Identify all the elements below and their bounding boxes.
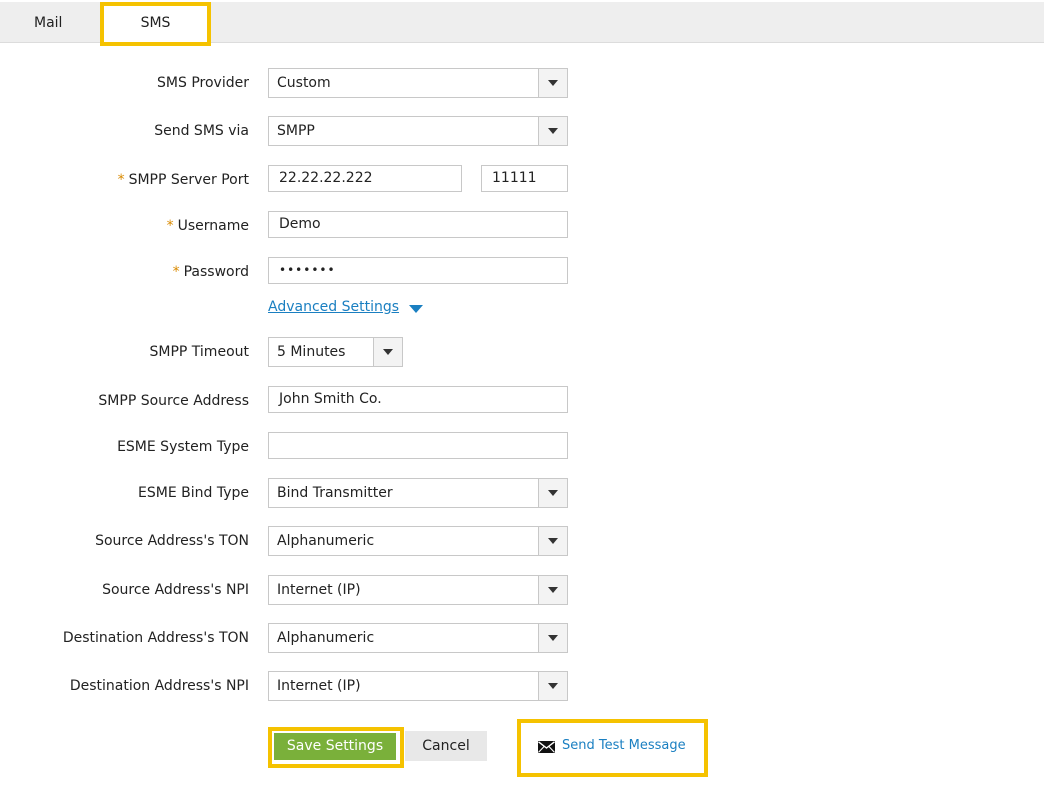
source-ton-value: Alphanumeric bbox=[277, 533, 375, 549]
advanced-settings-link[interactable]: Advanced Settings bbox=[268, 299, 399, 315]
esme-system-type-label: ESME System Type bbox=[117, 439, 249, 455]
envelope-icon[interactable] bbox=[538, 741, 555, 753]
source-npi-value: Internet (IP) bbox=[277, 582, 361, 598]
dest-ton-select[interactable]: Alphanumeric bbox=[268, 623, 568, 653]
sms-provider-value: Custom bbox=[277, 75, 331, 91]
esme-bind-type-label: ESME Bind Type bbox=[138, 485, 249, 501]
send-via-select[interactable]: SMPP bbox=[268, 116, 568, 146]
password-label-text: Password bbox=[183, 264, 249, 280]
chevron-down-icon[interactable] bbox=[373, 338, 402, 366]
esme-bind-type-select[interactable]: Bind Transmitter bbox=[268, 478, 568, 508]
dest-npi-value: Internet (IP) bbox=[277, 678, 361, 694]
send-via-value: SMPP bbox=[277, 123, 315, 139]
password-label: * Password bbox=[173, 264, 249, 280]
source-ton-select[interactable]: Alphanumeric bbox=[268, 526, 568, 556]
username-label-text: Username bbox=[177, 218, 249, 234]
required-asterisk: * bbox=[166, 218, 174, 234]
esme-system-type-input[interactable] bbox=[268, 432, 568, 459]
timeout-label: SMPP Timeout bbox=[149, 344, 250, 360]
password-input[interactable]: ••••••• bbox=[268, 257, 568, 284]
required-asterisk: * bbox=[117, 172, 125, 188]
required-asterisk: * bbox=[172, 264, 180, 280]
dest-ton-value: Alphanumeric bbox=[277, 630, 375, 646]
chevron-down-icon[interactable] bbox=[538, 624, 567, 652]
tab-sms[interactable]: SMS bbox=[100, 15, 211, 31]
chevron-down-icon[interactable] bbox=[538, 527, 567, 555]
dest-ton-label: Destination Address's TON bbox=[62, 630, 249, 646]
sms-provider-select[interactable]: Custom bbox=[268, 68, 568, 98]
tab-mail[interactable]: Mail bbox=[34, 15, 62, 31]
source-address-label: SMPP Source Address bbox=[98, 393, 249, 409]
chevron-down-icon[interactable] bbox=[538, 117, 567, 145]
timeout-value: 5 Minutes bbox=[277, 344, 346, 360]
server-port-label-text: SMPP Server Port bbox=[128, 172, 249, 188]
server-port-label: * SMPP Server Port bbox=[118, 172, 249, 188]
source-npi-label: Source Address's NPI bbox=[102, 582, 249, 598]
smpp-server-input[interactable]: 22.22.22.222 bbox=[268, 165, 462, 192]
save-settings-button[interactable]: Save Settings bbox=[274, 733, 396, 760]
chevron-down-icon[interactable] bbox=[538, 69, 567, 97]
dest-npi-label: Destination Address's NPI bbox=[69, 678, 249, 694]
sms-provider-label: SMS Provider bbox=[157, 75, 249, 91]
tab-bar: Mail SMS bbox=[0, 2, 1044, 46]
source-npi-select[interactable]: Internet (IP) bbox=[268, 575, 568, 605]
chevron-down-icon[interactable] bbox=[538, 479, 567, 507]
send-via-label: Send SMS via bbox=[154, 123, 249, 139]
chevron-down-icon[interactable] bbox=[538, 576, 567, 604]
source-ton-label: Source Address's TON bbox=[95, 533, 249, 549]
send-test-message-link[interactable]: Send Test Message bbox=[562, 738, 686, 753]
username-label: * Username bbox=[167, 218, 249, 234]
source-address-input[interactable]: John Smith Co. bbox=[268, 386, 568, 413]
esme-bind-type-value: Bind Transmitter bbox=[277, 485, 393, 501]
dest-npi-select[interactable]: Internet (IP) bbox=[268, 671, 568, 701]
cancel-button[interactable]: Cancel bbox=[405, 731, 487, 761]
triangle-down-icon[interactable] bbox=[409, 305, 423, 313]
smpp-port-input[interactable]: 11111 bbox=[481, 165, 568, 192]
chevron-down-icon[interactable] bbox=[538, 672, 567, 700]
timeout-select[interactable]: 5 Minutes bbox=[268, 337, 403, 367]
username-input[interactable]: Demo bbox=[268, 211, 568, 238]
